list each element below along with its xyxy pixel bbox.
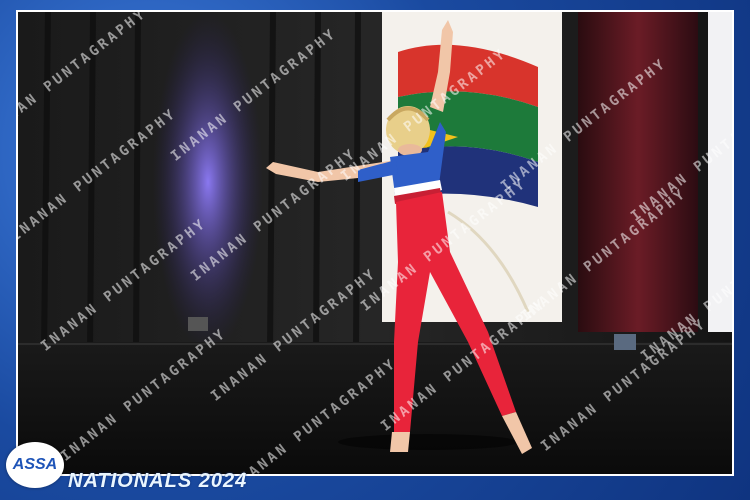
event-title: NATIONALS 2024 [68, 470, 248, 492]
stage-floor [18, 342, 732, 474]
side-banner [708, 12, 732, 332]
stage-photo: INANAN PUNTAGRAPHY INANAN PUNTAGRAPHY IN… [16, 10, 734, 476]
purple-spotlight [153, 12, 263, 352]
photo-frame: INANAN PUNTAGRAPHY INANAN PUNTAGRAPHY IN… [0, 0, 750, 500]
dancer-shadow [338, 434, 518, 450]
assa-logo: ASSA [6, 442, 64, 488]
floor-monitor [614, 334, 636, 350]
logo-text: ASSA [12, 456, 58, 473]
stage-scene [18, 12, 732, 474]
stage-light-fixture [188, 317, 208, 331]
maroon-curtain [578, 12, 698, 332]
